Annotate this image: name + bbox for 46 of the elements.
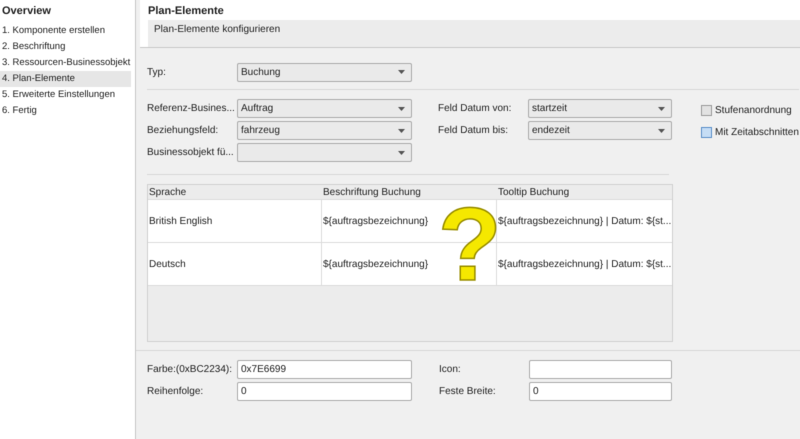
dropdown-arrow-icon [398,106,405,110]
dropdown[interactable] [237,143,412,162]
field-label: Referenz-Busines... [147,102,236,116]
field-label: Beziehungsfeld: [147,124,220,138]
field-label: Feste Breite: [439,385,497,399]
table-cell: ${auftragsbezeichnung} | Datum: ${st... [497,243,672,286]
page-title: Plan-Elemente [148,4,225,19]
input-field[interactable]: 0 [529,382,672,401]
field-label: Reihenfolge: [147,385,204,399]
dropdown[interactable]: Buchung [237,62,412,82]
page-description: Plan-Elemente konfigurieren [154,24,280,34]
field-label: Icon: [439,363,462,377]
dropdown[interactable]: startzeit [528,99,672,118]
dropdown[interactable]: Auftrag [237,99,412,118]
column-header[interactable]: Beschriftung Buchung [322,185,497,200]
checkbox[interactable] [701,127,712,138]
dropdown[interactable]: fahrzeug [237,121,412,140]
sidebar-item[interactable]: 3. Ressourcen-Businessobjekt [0,54,131,70]
table-cell: ${auftragsbezeichnung} | Datum: ${st... [497,200,672,243]
field-label: Feld Datum bis: [438,124,510,138]
dropdown-arrow-icon [658,128,665,132]
dropdown-arrow-icon [658,106,665,110]
checkbox[interactable] [701,105,712,116]
checkbox-label: Mit Zeitabschnitten [715,126,799,140]
checkbox-label: Stufenanordnung [715,104,792,118]
field-label: Feld Datum von: [438,102,512,116]
table-cell: British English [148,200,322,243]
field-label: Businessobjekt fü... [147,146,235,160]
table-cell: Deutsch [148,243,322,286]
sidebar-item[interactable]: 1. Komponente erstellen [0,22,131,38]
field-label: Farbe:(0xBC2234): [147,363,234,377]
column-header[interactable]: Sprache [148,185,322,200]
input-field[interactable]: 0 [237,382,412,401]
input-field[interactable] [529,360,672,379]
sidebar-item[interactable]: 2. Beschriftung [0,38,131,54]
sidebar-item[interactable]: 4. Plan-Elemente [0,70,131,86]
sidebar-item[interactable]: 5. Erweiterte Einstellungen [0,86,131,102]
sidebar-title: Overview [1,4,52,19]
column-header[interactable]: Tooltip Buchung [497,185,672,200]
dropdown-arrow-icon [398,128,405,132]
dropdown-arrow-icon [398,150,405,154]
field-label: Typ: [147,66,167,80]
dropdown-arrow-icon [398,70,405,74]
dropdown[interactable]: endezeit [528,121,672,140]
sidebar-item[interactable]: 6. Fertig [0,102,131,118]
input-field[interactable]: 0x7E6699 [237,360,412,379]
